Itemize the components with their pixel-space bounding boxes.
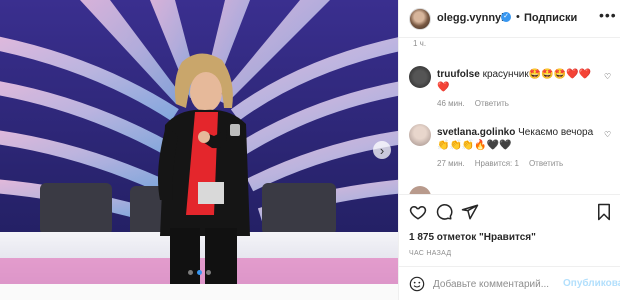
post-header: olegg.vynnyk ✓ • Подписки ••• [399, 0, 620, 38]
comment-likes-link[interactable]: Нравится: 1 [475, 159, 519, 168]
comment-meta: 27 мин. Нравится: 1 Ответить [437, 159, 563, 168]
caption-timestamp: 1 ч. [413, 39, 427, 48]
next-slide-button[interactable]: › [373, 141, 391, 159]
carousel-dot-active [197, 270, 202, 275]
chevron-right-icon: › [379, 142, 385, 158]
comment-like-icon[interactable]: ♡ [604, 72, 611, 81]
comment-avatar[interactable] [409, 186, 431, 194]
comment-item: truufolse красунчик🤩🤩🤩❤️❤️❤️ [437, 68, 597, 94]
emoji-smile-icon[interactable] [409, 276, 425, 292]
comment-bubble-icon[interactable] [435, 203, 453, 221]
author-username[interactable]: olegg.vynnyk [437, 12, 507, 24]
comment-reply-link[interactable]: Ответить [529, 159, 563, 168]
comment-input[interactable] [433, 276, 563, 292]
carousel-dot [206, 270, 211, 275]
comment-time: 27 мин. [437, 159, 465, 168]
author-avatar[interactable] [409, 8, 431, 30]
likes-count[interactable]: 1 875 отметок "Нравится" [409, 232, 536, 243]
verified-badge-icon: ✓ [501, 12, 511, 22]
comment-time: 46 мин. [437, 99, 465, 108]
comment-username[interactable]: svetlana.golinko [437, 127, 515, 138]
carousel-dot [188, 270, 193, 275]
following-button[interactable]: Подписки [524, 12, 577, 24]
stage-photo-image [0, 0, 398, 284]
comment-item: svetlana.golinko Чекаємо вечора 👏👏👏🔥🖤🖤 [437, 126, 597, 152]
bookmark-icon[interactable] [595, 203, 613, 221]
comment-composer: Опубликовать [399, 266, 620, 302]
header-separator: • [516, 11, 520, 23]
post-timestamp: ЧАС НАЗАД [409, 250, 452, 257]
instagram-post: › olegg.vynnyk ✓ • Подписки ••• 1 ч. tru… [0, 0, 620, 300]
comment-reply-link[interactable]: Ответить [475, 99, 509, 108]
post-sidebar: olegg.vynnyk ✓ • Подписки ••• 1 ч. truuf… [398, 0, 620, 300]
carousel-indicator [188, 270, 211, 275]
comment-meta: 46 мин. Ответить [437, 99, 509, 108]
like-heart-icon[interactable] [409, 203, 427, 221]
post-actions: 1 875 отметок "Нравится" ЧАС НАЗАД Опубл… [399, 194, 620, 301]
more-horizontal-icon[interactable]: ••• [599, 7, 617, 23]
comment-username[interactable]: truufolse [437, 69, 480, 80]
comment-like-icon[interactable]: ♡ [604, 130, 611, 139]
comment-avatar[interactable] [409, 124, 431, 146]
post-photo[interactable]: › [0, 0, 398, 284]
comments-list: 1 ч. truufolse красунчик🤩🤩🤩❤️❤️❤️ ♡ 46 м… [399, 38, 620, 194]
share-direct-icon[interactable] [461, 203, 479, 221]
comment-avatar[interactable] [409, 66, 431, 88]
publish-comment-button[interactable]: Опубликовать [563, 278, 620, 289]
